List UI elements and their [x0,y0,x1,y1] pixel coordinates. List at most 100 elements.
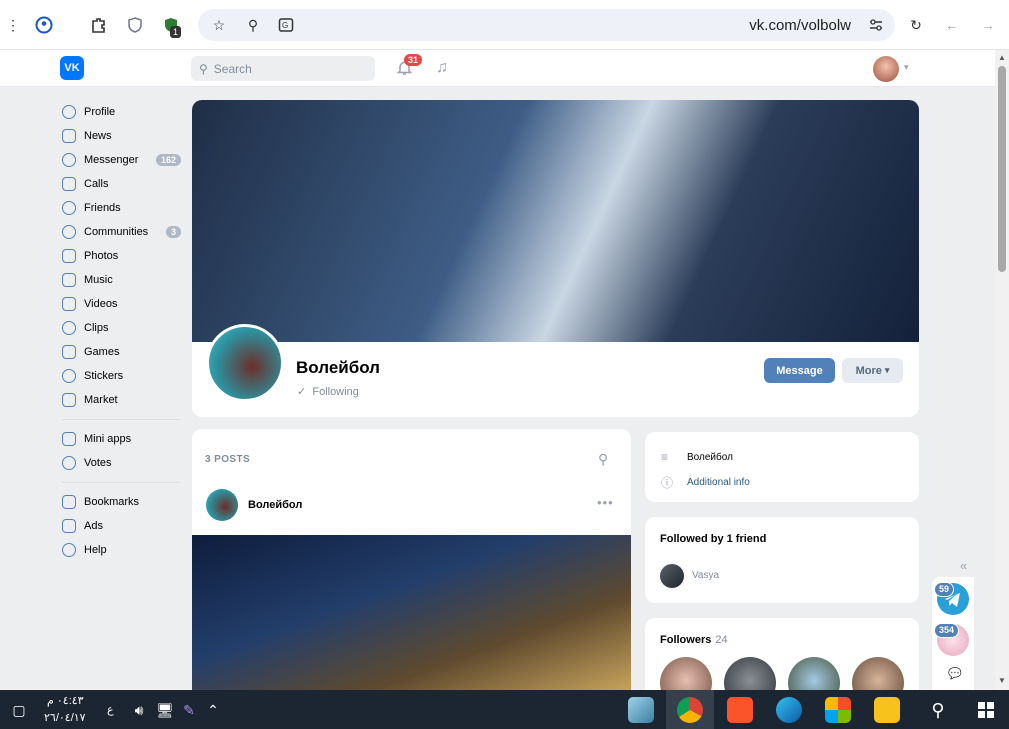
follower-avatar[interactable] [724,657,776,690]
search-input[interactable]: ⚲ Search [191,56,375,81]
wall-posts-card: 3 POSTS ⚲ Волейбол ••• [192,429,631,690]
sidebar-item-label: Photos [84,250,119,262]
sidebar-item-ads[interactable]: Ads [58,514,184,538]
additional-info-link[interactable]: Additional info [687,477,750,488]
friend-avatar[interactable] [660,564,684,588]
taskbar-time[interactable]: ٠٤:٤٣ م [47,694,84,707]
communities-count-badge: 3 [165,226,181,238]
sidebar-item-label: News [84,130,112,142]
group-avatar[interactable] [206,324,284,402]
sidebar-item-photos[interactable]: Photos [58,244,184,268]
chevron-down-icon: ▾ [884,365,890,375]
sidebar-item-communities[interactable]: Communities 3 [58,220,184,244]
shield-extension-icon[interactable] [124,14,146,36]
store-icon[interactable] [825,697,851,723]
more-button[interactable]: More ▾ [842,358,903,383]
additional-info-row[interactable]: ⓘ Additional info [661,474,750,491]
following-status[interactable]: ✓ Following [297,385,359,398]
browser-toolbar: ⋮ 1 ☆ ⚲ G vk.com/volbolw ↻ ← → [0,0,1009,50]
extension-badge: 1 [170,26,182,38]
phone-icon [62,177,76,191]
site-settings-icon[interactable] [865,14,887,36]
group-cover-image [192,100,919,342]
file-app-icon[interactable] [628,697,654,723]
edge-browser-icon[interactable] [776,697,802,723]
input-language-indicator[interactable]: ع [107,703,114,716]
zoom-icon[interactable]: ⚲ [242,14,264,36]
sidebar-item-label: Friends [84,202,121,214]
scroll-up-arrow-icon[interactable]: ▲ [998,53,1006,62]
followers-card-title[interactable]: Followers 24 [660,634,728,646]
sidebar-item-bookmarks[interactable]: Bookmarks [58,490,184,514]
address-bar[interactable]: ☆ ⚲ G vk.com/volbolw [198,9,895,41]
sidebar-item-label: Messenger [84,154,139,166]
volume-icon[interactable]: 🔊︎ [128,699,150,721]
extensions-icon[interactable] [88,14,110,36]
collapse-chats-icon[interactable]: « [960,558,967,573]
sidebar-item-stickers[interactable]: Stickers [58,364,184,388]
scroll-down-arrow-icon[interactable]: ▼ [998,676,1006,685]
left-sidebar: Profile News Messenger 162 Calls Friends … [58,100,184,562]
search-icon[interactable]: ⚲ [598,451,608,468]
svg-text:G: G [282,21,288,30]
sidebar-item-news[interactable]: News [58,124,184,148]
follower-avatar[interactable] [660,657,712,690]
network-icon[interactable]: 🖥︎ [154,699,176,721]
vk-logo[interactable]: VK [60,56,84,80]
page-scrollbar[interactable]: ▲ ▼ [995,50,1009,690]
post-image[interactable] [192,535,631,690]
browser-menu-icon[interactable]: ⋮ [2,14,24,36]
sidebar-item-games[interactable]: Games [58,340,184,364]
sidebar-item-clips[interactable]: Clips [58,316,184,340]
friends-card-title[interactable]: Followed by 1 friend [660,533,766,545]
translate-icon[interactable]: G [275,14,297,36]
sidebar-item-videos[interactable]: Videos [58,292,184,316]
profile-icon[interactable] [33,14,55,36]
sidebar-item-help[interactable]: Help [58,538,184,562]
sidebar-item-label: Mini apps [84,433,132,445]
chat-dock: 59 354 💬 [932,577,974,690]
scrollbar-thumb[interactable] [998,66,1006,272]
sidebar-item-calls[interactable]: Calls [58,172,184,196]
sidebar-item-profile[interactable]: Profile [58,100,184,124]
pen-icon[interactable]: ✎ [178,699,200,721]
back-icon[interactable]: ← [941,14,963,36]
brave-browser-icon[interactable] [727,697,753,723]
sidebar-item-label: Music [84,274,113,286]
sidebar-item-messenger[interactable]: Messenger 162 [58,148,184,172]
follower-avatar[interactable] [852,657,904,690]
sidebar-item-market[interactable]: Market [58,388,184,412]
games-icon [62,345,76,359]
chrome-icon[interactable] [677,697,703,723]
music-player-icon[interactable]: ♫ [436,59,448,77]
search-icon[interactable]: ⚲ [927,699,949,721]
post-author-avatar[interactable] [206,489,238,521]
posts-count-label: 3 POSTS [205,454,251,465]
sidebar-item-label: Market [84,394,118,406]
chevron-down-icon[interactable]: ▾ [904,62,909,73]
url-text: vk.com/volbolw [749,17,851,34]
sidebar-item-friends[interactable]: Friends [58,196,184,220]
reload-icon[interactable]: ↻ [905,14,927,36]
windows-start-icon[interactable] [975,699,997,721]
chat-bubble-icon[interactable]: 💬 [948,667,962,680]
friend-name[interactable]: Vasya [692,570,719,581]
message-button[interactable]: Message [764,358,835,383]
show-hidden-icons-chevron-icon[interactable]: ⌃ [202,699,224,721]
followers-card: Followers 24 [645,618,919,690]
forward-icon[interactable]: → [977,14,999,36]
post-options-icon[interactable]: ••• [597,495,614,510]
file-explorer-icon[interactable] [874,697,900,723]
taskbar-date[interactable]: ٢٦/٠٤/١٧ [44,711,86,724]
ads-icon [62,519,76,533]
sidebar-item-votes[interactable]: Votes [58,451,184,475]
bookmark-star-icon[interactable]: ☆ [208,14,230,36]
follower-avatar[interactable] [788,657,840,690]
sidebar-item-label: Calls [84,178,109,190]
notification-center-icon[interactable]: ▢ [8,699,30,721]
post-author-name[interactable]: Волейбол [248,499,302,511]
sidebar-item-mini-apps[interactable]: Mini apps [58,427,184,451]
sidebar-item-label: Votes [84,457,112,469]
sidebar-item-music[interactable]: Music [58,268,184,292]
user-avatar[interactable] [873,56,899,82]
